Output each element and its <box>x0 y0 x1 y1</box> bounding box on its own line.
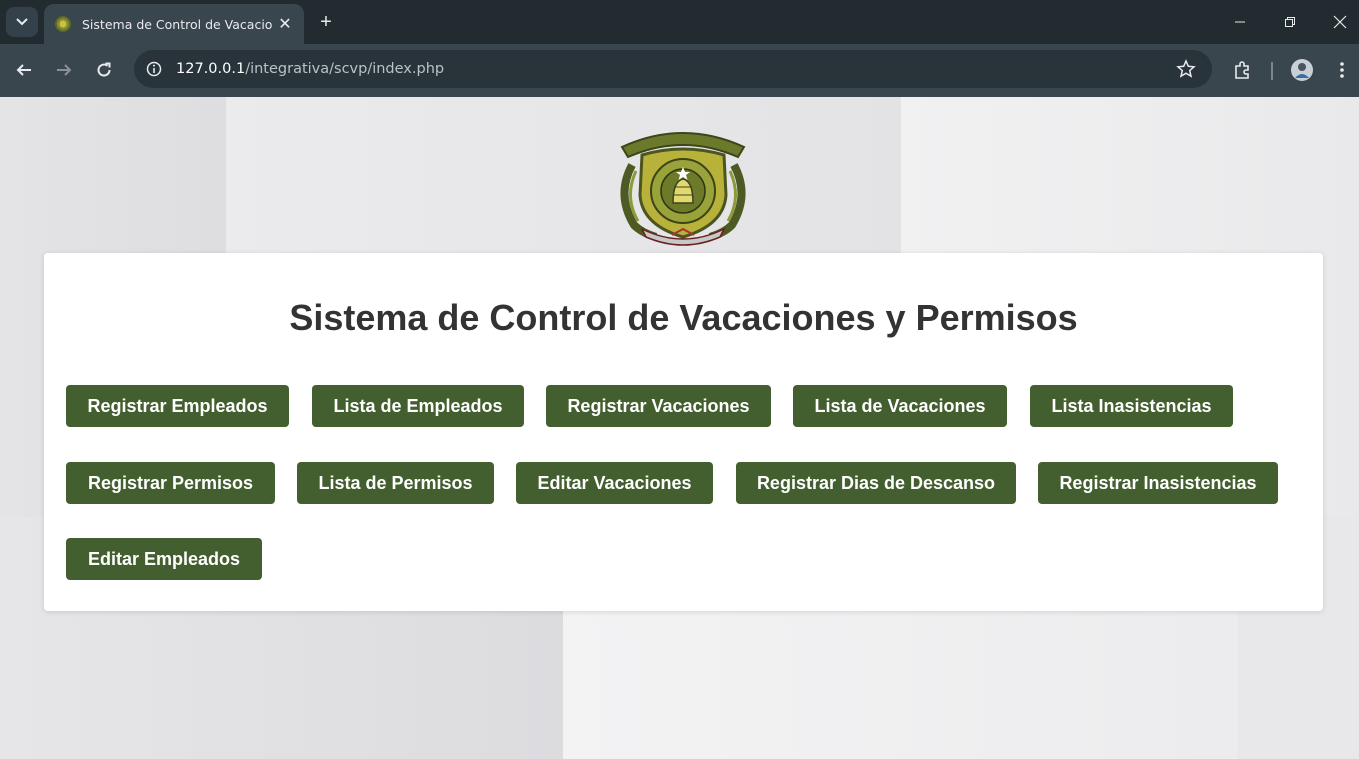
main-card: Sistema de Control de Vacaciones y Permi… <box>44 253 1323 611</box>
close-icon[interactable]: ✕ <box>276 14 294 34</box>
star-icon[interactable] <box>1176 59 1196 79</box>
plus-icon[interactable]: + <box>314 10 338 34</box>
page-content: Sistema de Control de Vacaciones y Permi… <box>0 97 1359 759</box>
registrar-vacaciones-button[interactable]: Registrar Vacaciones <box>546 385 771 427</box>
lista-inasistencias-button[interactable]: Lista Inasistencias <box>1030 385 1233 427</box>
url-host: 127.0.0.1 <box>176 61 246 77</box>
url-text[interactable]: 127.0.0.1/integrativa/scvp/index.php <box>176 61 444 77</box>
university-seal-logo <box>620 132 746 246</box>
url-path: /integrativa/scvp/index.php <box>245 61 445 77</box>
lista-de-permisos-button[interactable]: Lista de Permisos <box>297 462 494 504</box>
registrar-empleados-button[interactable]: Registrar Empleados <box>66 385 289 427</box>
registrar-permisos-button[interactable]: Registrar Permisos <box>66 462 275 504</box>
tab-title: Sistema de Control de Vacaciones y Permi… <box>82 16 272 32</box>
registrar-dias-de-descanso-button[interactable]: Registrar Dias de Descanso <box>736 462 1016 504</box>
page-title: Sistema de Control de Vacaciones y Permi… <box>289 297 1078 338</box>
minimize-icon[interactable] <box>1226 8 1254 36</box>
address-bar[interactable]: 127.0.0.1/integrativa/scvp/index.php <box>134 50 1212 88</box>
window-close-icon[interactable] <box>1326 8 1354 36</box>
lista-de-empleados-button[interactable]: Lista de Empleados <box>312 385 524 427</box>
reload-icon[interactable] <box>90 56 118 84</box>
restore-icon[interactable] <box>1276 8 1304 36</box>
back-icon[interactable] <box>10 56 38 84</box>
forward-icon[interactable] <box>50 56 78 84</box>
favicon-icon <box>55 16 71 32</box>
info-icon[interactable] <box>144 59 164 79</box>
editar-empleados-button[interactable]: Editar Empleados <box>66 538 262 580</box>
browser-toolbar: 127.0.0.1/integrativa/scvp/index.php <box>0 44 1359 97</box>
browser-tab-bar: Sistema de Control de Vacaciones y Permi… <box>0 0 1359 44</box>
lista-de-vacaciones-button[interactable]: Lista de Vacaciones <box>793 385 1007 427</box>
toolbar-divider <box>1271 62 1273 80</box>
editar-vacaciones-button[interactable]: Editar Vacaciones <box>516 462 713 504</box>
browser-tab[interactable]: Sistema de Control de Vacaciones y Permi… <box>44 4 304 44</box>
menu-icon[interactable] <box>1328 56 1356 84</box>
registrar-inasistencias-button[interactable]: Registrar Inasistencias <box>1038 462 1278 504</box>
extensions-icon[interactable] <box>1228 56 1256 84</box>
profile-avatar[interactable] <box>1288 56 1316 84</box>
tab-search-icon[interactable] <box>6 7 38 37</box>
